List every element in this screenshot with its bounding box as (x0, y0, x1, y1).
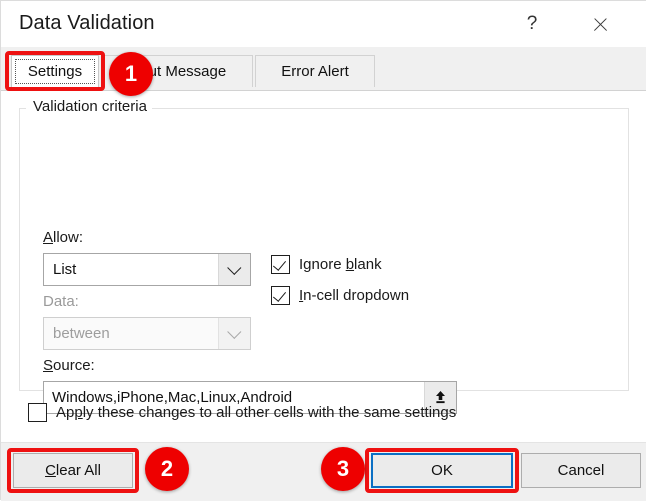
source-label-rest: ource: (53, 357, 95, 374)
close-button[interactable] (577, 1, 623, 47)
in-cell-dropdown-label: In-cell dropdown (299, 287, 409, 304)
close-icon (592, 16, 609, 33)
ignore-blank-checkbox-row[interactable]: Ignore blank (271, 255, 382, 274)
apply-to-all-cells-label: Apply these changes to all other cells w… (56, 404, 456, 421)
apply-to-all-cells-checkbox-row[interactable]: Apply these changes to all other cells w… (28, 403, 456, 422)
cancel-label: Cancel (558, 462, 605, 479)
data-value: between (44, 325, 218, 342)
ignore-blank-label: Ignore blank (299, 256, 382, 273)
ok-button[interactable]: OK (371, 453, 513, 488)
dialog-footer: Clear All OK Cancel (1, 442, 646, 501)
dialog-title: Data Validation (19, 12, 155, 35)
ignore-blank-accel: b (346, 256, 354, 273)
allow-label: Allow: (43, 229, 83, 246)
chevron-down-icon (227, 260, 241, 274)
allow-dropdown[interactable]: List (43, 253, 251, 286)
cancel-button[interactable]: Cancel (521, 453, 641, 488)
chevron-down-icon (227, 324, 241, 338)
tab-strip: Settings Input Message Error Alert (1, 47, 646, 91)
tab-settings[interactable]: Settings (11, 55, 99, 87)
source-label: Source: (43, 357, 95, 374)
validation-criteria-label: Validation criteria (28, 98, 152, 115)
tab-input-message[interactable]: Input Message (101, 55, 253, 87)
data-dropdown[interactable]: between (43, 317, 251, 350)
question-mark-icon: ? (527, 13, 538, 35)
clear-all-button[interactable]: Clear All (13, 453, 133, 488)
allow-dropdown-arrow[interactable] (218, 254, 250, 285)
group-border-right (150, 108, 628, 109)
allow-label-accel: A (43, 229, 53, 246)
ignore-blank-checkbox[interactable] (271, 255, 290, 274)
data-validation-dialog: Data Validation ? Settings Input Message… (0, 0, 646, 500)
data-dropdown-arrow[interactable] (218, 318, 250, 349)
ok-label: OK (431, 462, 453, 479)
tab-input-message-label: Input Message (128, 63, 226, 80)
allow-value: List (44, 261, 218, 278)
tab-error-alert-label: Error Alert (281, 63, 349, 80)
settings-panel: Validation criteria Allow: List Data: be… (1, 90, 646, 442)
apply-all-accel: p (74, 404, 82, 421)
tab-settings-label: Settings (28, 63, 82, 80)
in-cell-dropdown-checkbox-row[interactable]: In-cell dropdown (271, 286, 409, 305)
clear-all-label: Clear All (45, 462, 101, 479)
title-bar: Data Validation ? (1, 1, 646, 47)
in-cell-dropdown-checkbox[interactable] (271, 286, 290, 305)
help-button[interactable]: ? (509, 1, 555, 47)
group-border-left (20, 108, 26, 109)
data-label: Data: (43, 293, 79, 310)
apply-to-all-cells-checkbox[interactable] (28, 403, 47, 422)
allow-label-rest: llow: (53, 229, 83, 246)
source-label-accel: S (43, 357, 53, 374)
tab-error-alert[interactable]: Error Alert (255, 55, 375, 87)
